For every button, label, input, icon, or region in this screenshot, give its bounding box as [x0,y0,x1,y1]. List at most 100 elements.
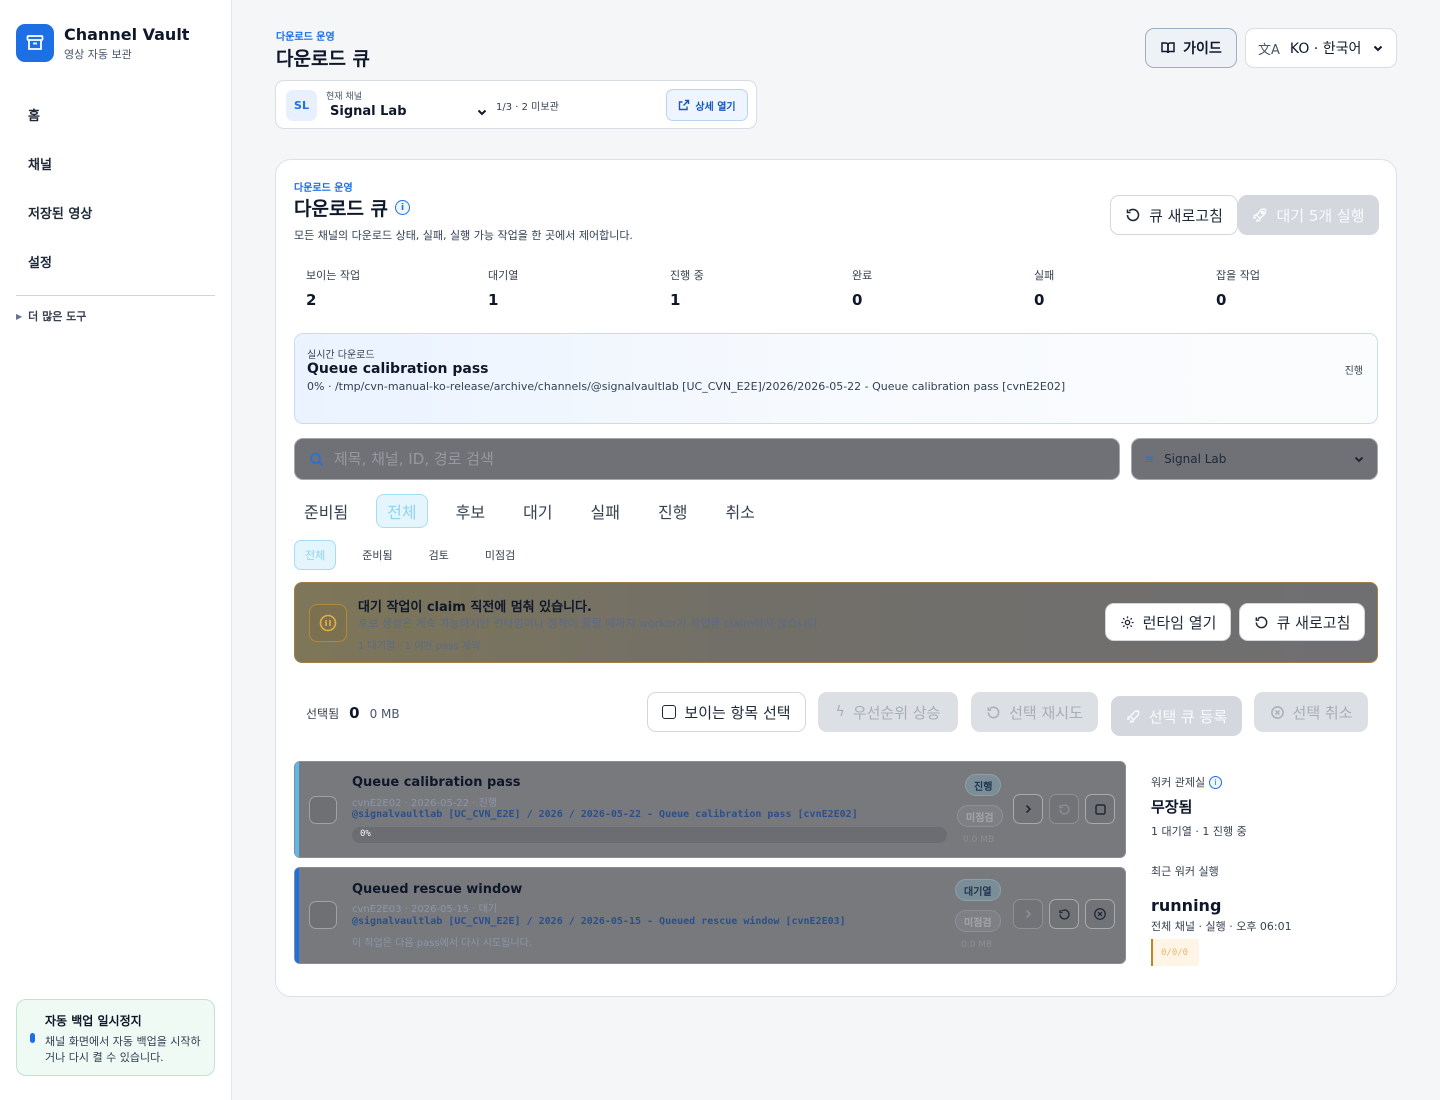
tab-waiting[interactable]: 대기 [513,495,562,527]
cancel-selected-label: 선택 취소 [1292,703,1353,722]
stat-value: 0 [852,291,863,309]
recent-run-meta: 전체 채널 · 실행 · 오후 06:01 [1151,920,1292,933]
stat-label: 진행 중 [670,269,704,282]
worker-state: 무장됨 [1151,798,1193,816]
retry-selected-button[interactable]: 선택 재시도 [971,692,1098,732]
job-checkbox[interactable] [309,901,337,929]
stop-icon [1094,803,1106,815]
job-row[interactable]: Queued rescue window cvnE2E03 · 2026-05-… [294,867,1126,964]
job-size: 0.0 MB [963,835,995,845]
search-input[interactable] [334,450,1094,468]
alert-description: 후보 생성은 계속 가능하지만 런타임이나 정책이 풀릴 때까지 worker가… [358,617,822,630]
sidebar-item-settings[interactable]: 설정 [16,237,215,286]
sidebar-item-channels[interactable]: 채널 [16,139,215,188]
alert-title: 대기 작업이 claim 직전에 멈춰 있습니다. [358,600,592,615]
channel-filter-value: Signal Lab [1164,452,1227,466]
open-job-button[interactable] [1013,794,1043,824]
stop-job-button[interactable] [1085,794,1115,824]
stat-queued: 대기열 1 [488,267,518,309]
check-badge: 미점검 [955,910,1001,932]
worker-label: 워커 관제실 i [1151,774,1381,790]
retry-job-button[interactable] [1049,899,1079,929]
worker-label-text: 워커 관제실 [1151,776,1206,789]
subtab-unchecked[interactable]: 미점검 [475,541,525,569]
job-row[interactable]: Queue calibration pass cvnE2E02 · 2026-0… [294,761,1126,858]
stat-completed: 완료 0 [852,267,872,309]
tab-all[interactable]: 전체 [376,494,428,528]
brand-name: Channel Vault [64,24,190,44]
chevron-right-icon [1025,909,1032,919]
info-icon[interactable]: i [395,200,411,215]
backup-description: 채널 화면에서 자동 백업을 시작하거나 다시 켤 수 있습니다. [45,1035,201,1064]
stat-value: 1 [488,291,499,309]
subtab-review[interactable]: 검토 [419,541,459,569]
subtab-ready[interactable]: 준비됨 [352,541,402,569]
open-runtime-button[interactable]: 런타임 열기 [1105,603,1231,641]
archive-icon [16,24,54,62]
cancel-job-button[interactable] [1085,899,1115,929]
select-visible-button[interactable]: 보이는 항목 선택 [647,692,806,732]
cancel-selected-button[interactable]: 선택 취소 [1254,692,1368,732]
worker-control-panel: 워커 관제실 i 무장됨 1 대기열 · 1 진행 중 [1151,774,1381,839]
live-download-title: Queue calibration pass [307,361,489,377]
live-download-label: 실시간 다운로드 [307,350,375,361]
brand[interactable]: Channel Vault 영상 자동 보관 [16,24,189,62]
more-tools-toggle[interactable]: ▶ 더 많은 도구 [16,308,86,324]
queue-title: 다운로드 큐 i [294,194,411,221]
channel-select[interactable]: Signal Lab [330,104,488,119]
tab-ready[interactable]: 준비됨 [294,495,358,527]
cancel-circle-icon [1094,908,1106,920]
queue-eyebrow: 다운로드 운영 [294,183,353,194]
stat-label: 실패 [1034,269,1055,282]
recent-run-counts: 0/0/0 [1151,939,1199,966]
chevron-down-icon [1373,45,1383,52]
rocket-icon [1253,208,1267,222]
channel-filter-select[interactable]: ≡ Signal Lab [1131,438,1378,480]
job-progress-bar: 0% [352,827,947,843]
refresh-queue-button[interactable]: 큐 새로고침 [1110,195,1238,235]
chevron-right-icon [1025,804,1032,814]
retry-selected-label: 선택 재시도 [1009,703,1083,722]
open-job-button[interactable] [1013,899,1043,929]
sidebar-item-saved-videos[interactable]: 저장된 영상 [16,188,215,237]
sidebar: Channel Vault 영상 자동 보관 홈 채널 저장된 영상 설정 ▶ … [0,0,232,1100]
run-queued-label: 대기 5개 실행 [1276,206,1365,225]
tab-failed[interactable]: 실패 [581,495,630,527]
enqueue-selected-label: 선택 큐 등록 [1148,707,1228,726]
check-badge: 미점검 [957,805,1003,827]
external-link-icon [679,99,690,111]
raise-priority-button[interactable]: ϟ 우선순위 상승 [818,692,958,732]
info-icon[interactable]: i [1209,775,1223,789]
open-detail-button[interactable]: 상세 열기 [666,89,748,121]
job-subtitle: cvnE2E02 · 2026-05-22 · 진행 [352,798,498,809]
lightning-icon: ϟ [835,704,845,720]
refresh-icon [987,706,1000,718]
chevron-down-icon [477,109,487,115]
job-checkbox[interactable] [309,796,337,824]
enqueue-selected-button[interactable]: 선택 큐 등록 [1111,696,1242,736]
queue-description: 모든 채널의 다운로드 상태, 실패, 실행 가능 작업을 한 곳에서 제어합니… [294,229,633,242]
alert-refresh-queue-button[interactable]: 큐 새로고침 [1239,603,1365,641]
sidebar-divider [16,295,215,296]
brand-subtitle: 영상 자동 보관 [64,47,132,61]
sidebar-item-home[interactable]: 홈 [16,90,215,139]
guide-button[interactable]: 가이드 [1145,28,1237,68]
open-runtime-label: 런타임 열기 [1142,613,1217,632]
checkbox-icon [662,705,677,719]
chevron-down-icon [1354,456,1364,463]
pause-icon [309,604,347,642]
select-visible-label: 보이는 항목 선택 [684,703,791,722]
retry-job-button[interactable] [1049,794,1079,824]
claim-paused-alert: 대기 작업이 claim 직전에 멈춰 있습니다. 후보 생성은 계속 가능하지… [294,582,1378,663]
language-select[interactable]: 文A KO · 한국어 [1245,28,1397,68]
tab-cancelled[interactable]: 취소 [715,495,764,527]
job-subtitle: cvnE2E03 · 2026-05-15 · 대기 [352,904,498,915]
subtab-all[interactable]: 전체 [294,540,337,570]
tab-in-progress[interactable]: 진행 [648,495,697,527]
job-size: 0.0 MB [961,940,993,950]
stat-in-progress: 진행 중 1 [670,267,704,309]
run-queued-button[interactable]: 대기 5개 실행 [1238,195,1379,235]
tab-candidate[interactable]: 후보 [446,495,495,527]
gear-icon [1121,615,1134,629]
alert-meta: 1 대기열 · 1 이번 pass 제외 [358,641,481,652]
